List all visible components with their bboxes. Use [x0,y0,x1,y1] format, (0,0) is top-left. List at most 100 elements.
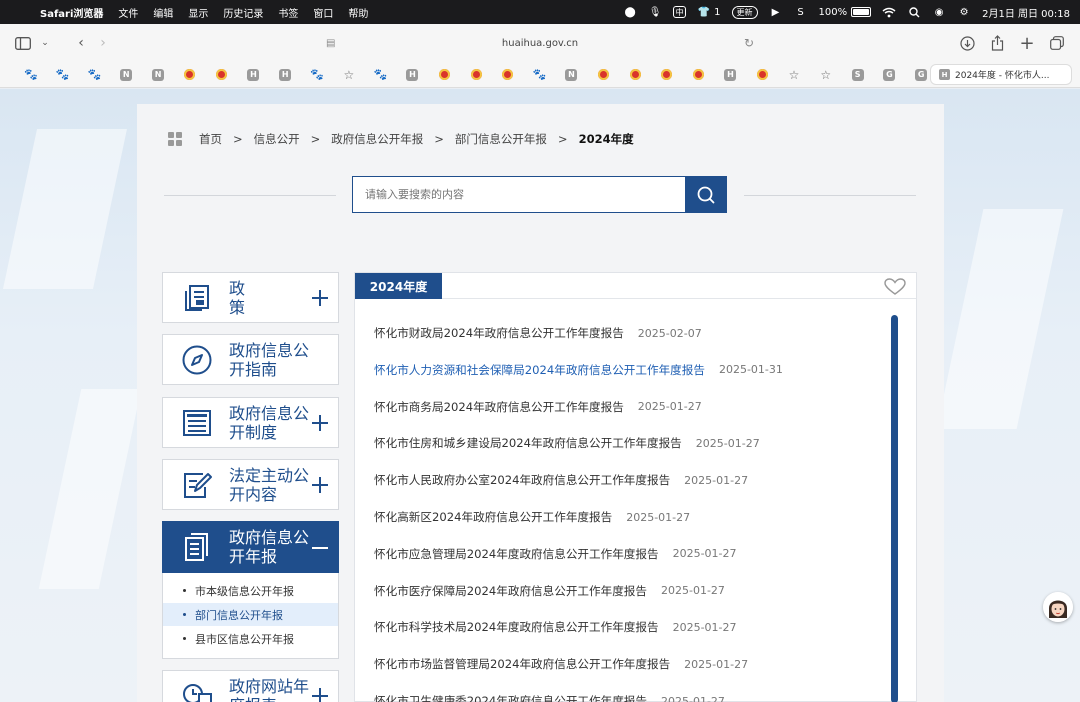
favorite-bookmark[interactable]: G [874,68,906,81]
heart-icon[interactable] [884,278,906,296]
subitem-department-reports[interactable]: 部门信息公开年报 [163,603,338,626]
favorite-bookmark[interactable]: S [842,68,874,81]
back-icon[interactable]: ‹ [70,32,92,54]
microphone-icon[interactable]: 🎙 [648,5,662,19]
favorite-bookmark[interactable] [492,69,524,80]
subitem-county-reports[interactable]: 县市区信息公开年报 [163,627,338,650]
favorite-bookmark[interactable] [746,69,778,80]
forward-icon[interactable]: › [92,32,114,54]
shirt-icon[interactable]: 👕 [697,5,711,19]
sidebar-item-policy[interactable]: 政 策 [162,272,339,323]
favorite-bookmark[interactable]: N [142,68,174,81]
list-item[interactable]: 怀化市住房和城乡建设局2024年政府信息公开工作年度报告 2025-01-27 [374,434,760,452]
sidebar-item-statutory-content[interactable]: 法定主动公开内容 [162,459,339,510]
favorite-bookmark[interactable]: 🐾 [524,68,556,81]
report-title-link[interactable]: 怀化市医疗保障局2024年政府信息公开工作年度报告 [374,583,647,599]
favorite-bookmark[interactable] [174,69,206,80]
apple-menu-icon[interactable] [10,5,24,19]
plus-icon[interactable] [312,687,328,702]
spotlight-search-icon[interactable] [907,5,921,19]
assistant-avatar[interactable] [1043,592,1073,622]
favorite-bookmark[interactable] [651,69,683,80]
favorite-bookmark[interactable] [587,69,619,80]
menu-edit[interactable]: 编辑 [153,5,173,20]
menu-file[interactable]: 文件 [118,5,138,20]
favorite-bookmark[interactable]: 🐾 [365,68,397,81]
chevron-down-icon[interactable]: ⌄ [34,32,56,54]
tab-overview-icon[interactable] [1046,32,1068,54]
plus-icon[interactable] [312,476,328,493]
app-s-icon[interactable]: S [794,5,808,19]
list-item[interactable]: 怀化市医疗保障局2024年政府信息公开工作年度报告 2025-01-27 [374,582,725,600]
reload-icon[interactable]: ↻ [744,36,754,50]
favorite-bookmark[interactable]: N [556,68,588,81]
list-scrollbar[interactable] [891,315,898,702]
report-title-link[interactable]: 怀化高新区2024年政府信息公开工作年度报告 [374,509,612,525]
new-tab-icon[interactable]: + [1016,32,1038,54]
favorite-bookmark[interactable]: 🐾 [79,68,111,81]
favorite-bookmark[interactable] [206,69,238,80]
wifi-icon[interactable] [882,5,896,19]
list-item[interactable]: 怀化高新区2024年政府信息公开工作年度报告 2025-01-27 [374,508,690,526]
list-item[interactable]: 怀化市市场监督管理局2024年政府信息公开工作年度报告 2025-01-27 [374,655,748,673]
favorite-bookmark[interactable]: H [269,68,301,81]
favorite-bookmark[interactable]: H [715,68,747,81]
menubar-clock[interactable]: 2月1日 周日 00:18 [982,5,1070,20]
list-item[interactable]: 怀化市商务局2024年政府信息公开工作年度报告 2025-01-27 [374,398,702,416]
battery-status[interactable]: 100% [819,7,872,18]
favorite-bookmark[interactable]: ☆ [810,68,842,82]
menu-window[interactable]: 窗口 [313,5,333,20]
update-pill[interactable]: 更新 [731,5,758,19]
play-icon[interactable]: ▶ [769,5,783,19]
favorite-bookmark[interactable] [619,69,651,80]
input-method-icon[interactable]: 中 [673,6,687,18]
menu-help[interactable]: 帮助 [348,5,368,20]
menu-view[interactable]: 显示 [188,5,208,20]
favorite-bookmark[interactable] [460,69,492,80]
favorite-bookmark[interactable] [683,69,715,80]
page-menu-icon[interactable]: ▤ [326,38,335,49]
favorite-bookmark[interactable]: H [397,68,429,81]
list-item[interactable]: 怀化市财政局2024年政府信息公开工作年度报告 2025-02-07 [374,324,702,342]
breadcrumb-home[interactable]: 首页 [199,131,222,147]
download-icon[interactable] [956,32,978,54]
sidebar-item-website-report[interactable]: 政府网站年度报表 [162,670,339,702]
breadcrumb-info-disclosure[interactable]: 信息公开 [254,131,300,147]
report-title-link[interactable]: 怀化市财政局2024年政府信息公开工作年度报告 [374,325,624,341]
minus-icon[interactable] [312,547,328,549]
report-title-link[interactable]: 怀化市市场监督管理局2024年政府信息公开工作年度报告 [374,656,670,672]
favorite-bookmark[interactable]: 🐾 [15,68,47,81]
report-title-link[interactable]: 怀化市商务局2024年政府信息公开工作年度报告 [374,399,624,415]
sidebar-toggle-icon[interactable] [12,32,34,54]
breadcrumb-annual-reports[interactable]: 政府信息公开年报 [331,131,423,147]
list-item[interactable]: 怀化市人民政府办公室2024年政府信息公开工作年度报告 2025-01-27 [374,471,748,489]
plus-icon[interactable] [312,289,328,306]
share-icon[interactable] [986,32,1008,54]
favorite-bookmark[interactable]: 🐾 [301,68,333,81]
search-input[interactable] [352,176,686,213]
list-item[interactable]: 怀化市人力资源和社会保障局2024年政府信息公开工作年度报告 2025-01-31 [374,361,783,379]
sidebar-item-system[interactable]: 政府信息公开制度 [162,397,339,448]
siri-icon[interactable]: ◉ [932,5,946,19]
tab-2024[interactable]: 2024年度 [355,273,442,299]
sidebar-item-guide[interactable]: 政府信息公开指南 [162,334,339,385]
favorite-bookmark[interactable] [428,69,460,80]
report-title-link[interactable]: 怀化市卫生健康委2024年政府信息公开工作年度报告 [374,693,647,702]
sidebar-item-annual-report[interactable]: 政府信息公开年报 [162,521,339,573]
menu-history[interactable]: 历史记录 [223,5,263,20]
control-center-icon[interactable]: ⚙ [957,5,971,19]
report-title-link[interactable]: 怀化市住房和城乡建设局2024年政府信息公开工作年度报告 [374,435,682,451]
favorite-bookmark[interactable]: N [110,68,142,81]
menu-bookmarks[interactable]: 书签 [278,5,298,20]
list-item[interactable]: 怀化市应急管理局2024年度政府信息公开工作年度报告 2025-01-27 [374,545,737,563]
plus-icon[interactable] [312,414,328,431]
favorite-bookmark[interactable]: ☆ [333,68,365,82]
breadcrumb-department-reports[interactable]: 部门信息公开年报 [455,131,547,147]
favorite-bookmark[interactable]: 🐾 [47,68,79,81]
record-icon[interactable]: ⬤ [623,5,637,19]
favorite-bookmark[interactable]: ☆ [778,68,810,82]
address-bar[interactable]: ▤ huaihua.gov.cn ↻ [320,30,760,56]
list-item[interactable]: 怀化市科学技术局2024年度政府信息公开工作年度报告 2025-01-27 [374,618,737,636]
search-button[interactable] [685,176,727,213]
menu-app-name[interactable]: Safari浏览器 [40,5,103,20]
